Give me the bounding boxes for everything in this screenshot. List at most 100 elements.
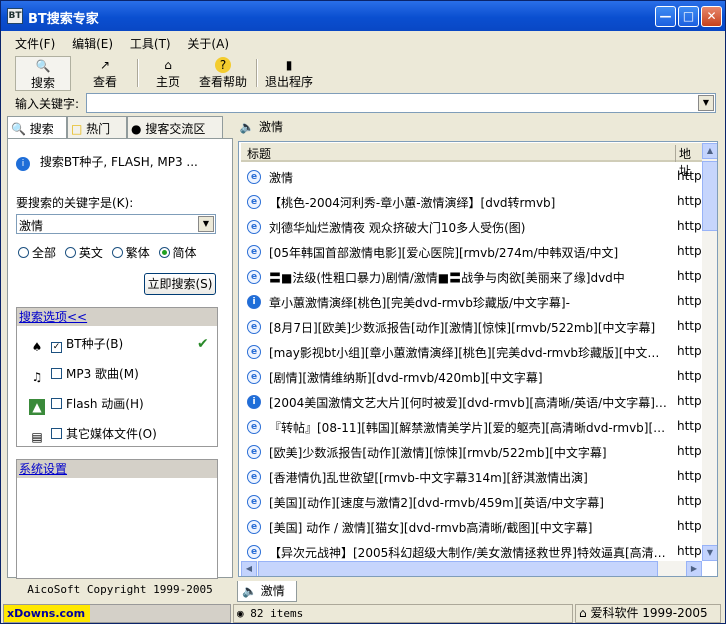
info-icon: i [247,295,261,309]
scroll-right-icon[interactable]: ▶ [686,561,702,576]
row-title: [8月7日][欧美]少数派报告[动作][激情][惊悚][rmvb/522mb][… [269,321,656,335]
keyword-field-label: 要搜索的关键字是(K): [16,196,134,210]
magnifier-icon: 🔍 [11,122,26,136]
view-button[interactable]: ↗ 查看 [79,56,131,91]
close-button[interactable]: ✕ [701,6,722,27]
checkbox-bt[interactable]: ✓ [51,342,62,353]
toolbar-separator [256,59,258,87]
keyword-input[interactable]: ▼ [86,93,716,113]
chevron-down-icon[interactable]: ▼ [198,216,214,232]
speaker-icon: 🔈 [242,584,257,598]
table-row[interactable]: e [香港情仇]乱世欲望[[rmvb-中文字幕314m][舒淇激情出演] http: [241,464,702,489]
menu-file[interactable]: 文件(F) [15,34,55,54]
search-button[interactable]: 🔍 搜索 [15,56,71,91]
option-label: 其它媒体文件(O) [66,427,157,441]
list-header: 标题 地址 [241,143,702,178]
maximize-button[interactable]: □ [678,6,699,27]
table-row[interactable]: i 章小蕙激情演绎[桃色][完美dvd-rmvb珍藏版/中文字幕]- http: [241,289,702,314]
home-icon: ⌂ [164,58,172,72]
search-now-button[interactable]: 立即搜索(S) [144,273,216,295]
radio-english[interactable]: 英文 [64,244,103,261]
table-row[interactable]: i [2004美国激情文艺大片][何时被爱][dvd-rmvb][高清晰/英语/中… [241,389,702,414]
menu-about[interactable]: 关于(A) [187,34,229,54]
option-flash[interactable]: ▲ Flash 动画(H) [29,394,144,415]
table-row[interactable]: e 『转帖』[08-11][韩国][解禁激情美学片][爱的躯壳][高清晰dvd-r… [241,414,702,439]
tab-search-label: 搜索 [29,122,54,136]
table-row[interactable]: e [05年韩国首部激情电影][爱心医院][rmvb/274m/中韩双语/中文] h… [241,239,702,264]
radio-dot [111,247,123,258]
row-title: 刘德华灿烂激情夜 观众挤破大门10多人受伤(图) [269,221,526,235]
option-mp3[interactable]: ♫ MP3 歌曲(M) [29,364,139,384]
system-settings-toggle[interactable]: 系统设置 [17,460,217,478]
tab-chat-label: 搜客交流区 [145,122,206,136]
folder-icon: □ [71,122,83,136]
option-label: Flash 动画(H) [66,397,144,411]
keyword-combo[interactable]: 激情 ▼ [16,214,216,234]
ie-link-icon: e [247,495,261,509]
home-button[interactable]: ⌂ 主页 [145,56,191,91]
column-title-header[interactable]: 标题 [247,145,271,162]
table-row[interactable]: e 〓■法级(性粗口暴力)剧情/激情■〓战争与肉欲[美丽来了缘]dvd中 http: [241,264,702,289]
option-other-media[interactable]: ▤ 其它媒体文件(O) [29,424,157,444]
chevron-down-icon[interactable]: ▼ [698,95,714,111]
horizontal-scrollbar[interactable]: ◀ ▶ [241,561,702,576]
status-left: xDowns.com [3,604,231,623]
menu-edit[interactable]: 编辑(E) [72,34,113,54]
status-company: ⌂ 爱科软件 1999-2005 [575,604,721,623]
checkbox-other-media[interactable] [51,428,62,439]
music-icon: ♫ [31,370,43,384]
row-title: [美国] 动作 / 激情][猫女][dvd-rmvb高清晰/截图][中文字幕] [269,521,593,535]
radio-all[interactable]: 全部 [18,244,56,261]
row-url: http: [677,519,702,533]
table-row[interactable]: e [8月7日][欧美]少数派报告[动作][激情][惊悚][rmvb/522mb]… [241,314,702,339]
scroll-up-icon[interactable]: ▲ [702,143,717,159]
table-row[interactable]: e [may影视bt小组][章小蕙激情演绎][桃色][完美dvd-rmvb珍藏版]… [241,339,702,364]
tab-results-bottom[interactable]: 🔈 激情 [237,581,297,602]
menu-bar: 文件(F) 编辑(E) 工具(T) 关于(A) [15,34,242,54]
checkbox-mp3[interactable] [51,368,62,379]
tab-hot[interactable]: □ 热门 [67,116,127,138]
results-title-text: 激情 [259,120,284,134]
checkbox-flash[interactable] [51,398,62,409]
radio-label: 英文 [78,246,103,260]
row-title: [剧情][激情维纳斯][dvd-rmvb/420mb][中文字幕] [269,371,543,385]
xdowns-logo[interactable]: xDowns.com [4,605,90,622]
flash-icon: ▲ [29,399,45,415]
table-row[interactable]: e [欧美]少数派报告[动作][激情][惊悚][rmvb/522mb][中文字幕]… [241,439,702,464]
scroll-thumb[interactable] [702,161,717,231]
tab-chat[interactable]: ● 搜客交流区 [127,116,223,138]
menu-tools[interactable]: 工具(T) [130,34,171,54]
search-options-toggle[interactable]: 搜索选项<< [17,308,217,326]
row-url: http: [677,344,702,358]
app-icon: BT [7,8,23,24]
table-row[interactable]: e 激情 http: [241,164,702,189]
row-title: [05年韩国首部激情电影][爱心医院][rmvb/274m/中韩双语/中文] [269,246,619,260]
tab-search[interactable]: 🔍 搜索 [7,116,67,139]
scroll-left-icon[interactable]: ◀ [241,561,257,576]
table-row[interactable]: e [剧情][激情维纳斯][dvd-rmvb/420mb][中文字幕] http: [241,364,702,389]
table-row[interactable]: e [美国][动作][速度与激情2][dvd-rmvb/459m][英语/中文字幕… [241,489,702,514]
row-url: http: [677,244,702,258]
hscroll-thumb[interactable] [258,561,658,576]
home-icon: ⌂ [579,606,587,620]
info-icon: i [16,157,30,171]
exit-button[interactable]: ▮ 退出程序 [261,56,317,91]
table-row[interactable]: e [美国] 动作 / 激情][猫女][dvd-rmvb高清晰/截图][中文字幕]… [241,514,702,539]
minimize-button[interactable]: — [655,6,676,27]
radio-simplified[interactable]: 简体 [158,244,197,261]
row-title: [美国][动作][速度与激情2][dvd-rmvb/459m][英语/中文字幕] [269,496,604,510]
table-row[interactable]: e 刘德华灿烂激情夜 观众挤破大门10多人受伤(图) http: [241,214,702,239]
bt-seed-icon: ♠ [31,340,43,354]
title-bar[interactable]: BT BT搜索专家 — □ ✕ [1,1,725,31]
help-button[interactable]: ? 查看帮助 [197,56,249,91]
status-company-text: 爱科软件 1999-2005 [590,606,708,620]
radio-dot-selected [158,247,170,258]
scroll-down-icon[interactable]: ▼ [702,545,717,561]
table-row[interactable]: e 【桃色-2004河利秀-章小蕙-激情演绎】[dvd转rmvb] http: [241,189,702,214]
column-url-header[interactable]: 地址 [675,145,702,178]
option-label: BT种子(B) [66,337,124,351]
option-bt[interactable]: ♠ ✓ BT种子(B) ✔ [29,334,209,354]
vertical-scrollbar[interactable]: ▲ ▼ [702,143,717,561]
radio-traditional[interactable]: 繁体 [111,244,150,261]
ie-link-icon: e [247,270,261,284]
